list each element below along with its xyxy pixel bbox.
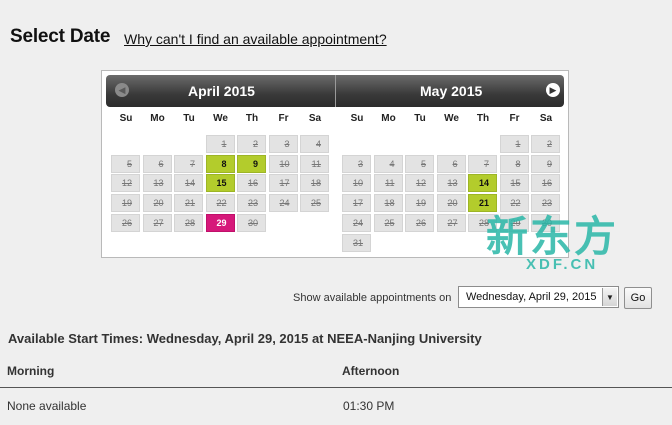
calendar-day-unavailable: 26	[111, 213, 140, 232]
weekday-label: Th	[245, 113, 259, 124]
calendar-day-available[interactable]: 15	[205, 174, 235, 193]
calendar-day-unavailable: 27	[436, 213, 466, 232]
calendar-day-unavailable: 14	[174, 174, 203, 193]
help-link[interactable]: Why can't I find an available appointmen…	[124, 31, 387, 47]
weekday-label: Su	[119, 113, 133, 124]
calendar-day-unavailable: 10	[342, 174, 371, 193]
watermark-glyph-2: 东	[530, 212, 573, 261]
calendar-day-unavailable: 24	[342, 213, 371, 232]
watermark-glyph-3: 方	[574, 212, 617, 261]
calendar-day-unavailable: 22	[205, 194, 235, 213]
calendar-day-unavailable: 25	[373, 213, 403, 232]
calendar-day-unavailable: 31	[342, 233, 371, 252]
morning-times-cell: None available	[7, 399, 87, 413]
calendar-day-unavailable: 18	[373, 194, 403, 213]
weekday-label: Su	[350, 113, 364, 124]
weekday-label: We	[444, 113, 459, 124]
calendar-day-unavailable: 3	[268, 135, 298, 153]
weekday-label: Tu	[414, 113, 426, 124]
calendar-day-unavailable: 18	[300, 174, 329, 193]
calendar-day-unavailable: 20	[436, 194, 466, 213]
calendar-day-unavailable: 28	[174, 213, 203, 232]
calendar-day-unavailable: 20	[142, 194, 172, 213]
calendar-day-unavailable: 12	[405, 174, 434, 193]
calendar-day-unavailable: 19	[111, 194, 140, 213]
chevron-right-icon[interactable]: ▶	[546, 83, 560, 97]
calendar-day-unavailable: 24	[268, 194, 298, 213]
calendar-day-unavailable: 27	[142, 213, 172, 232]
date-select[interactable]: Wednesday, April 29, 2015 ▼	[458, 286, 619, 308]
calendar-day-unavailable: 12	[111, 174, 140, 193]
calendar-day-unavailable: 16	[237, 174, 266, 193]
go-button[interactable]: Go	[624, 287, 652, 309]
weekday-label: Mo	[381, 113, 396, 124]
column-header-morning: Morning	[7, 364, 55, 378]
calendar-day-unavailable: 23	[237, 194, 266, 213]
calendar-day-unavailable: 5	[111, 154, 140, 173]
calendar-day-unavailable: 19	[405, 194, 434, 213]
calendar-day-unavailable: 15	[499, 174, 529, 193]
calendar-day-available[interactable]: 8	[205, 154, 235, 173]
calendar-day-unavailable: 11	[373, 174, 403, 193]
calendar-day-unavailable: 25	[300, 194, 329, 213]
weekday-label: Sa	[539, 113, 553, 124]
calendar-day-unavailable: 17	[342, 194, 371, 213]
month-title-may: May 2015	[420, 83, 483, 99]
calendar-day-unavailable: 4	[373, 154, 403, 173]
calendar-day-unavailable: 9	[531, 154, 560, 173]
page-title: Select Date	[10, 26, 111, 47]
show-appointments-label: Show available appointments on	[293, 292, 452, 304]
weekday-label: Fr	[278, 113, 289, 124]
calendar-day-unavailable: 1	[205, 135, 235, 153]
calendar-day-unavailable: 2	[531, 135, 560, 153]
calendar-day-unavailable: 16	[531, 174, 560, 193]
calendar-day-unavailable: 1	[499, 135, 529, 153]
weekday-label: We	[213, 113, 228, 124]
xdf-watermark-logo: 新 东 方 XDF.CN	[486, 205, 646, 275]
watermark-text: XDF.CN	[526, 256, 599, 273]
header-divider	[335, 75, 336, 107]
calendar-day-unavailable: 3	[342, 154, 371, 173]
dropdown-arrow-icon: ▼	[602, 288, 617, 306]
chevron-left-icon: ◀	[115, 83, 129, 97]
calendar-day-unavailable: 11	[300, 154, 329, 173]
calendar-day-unavailable: 13	[436, 174, 466, 193]
calendar-day-unavailable: 17	[268, 174, 298, 193]
calendar-day-available[interactable]: 14	[468, 174, 497, 193]
calendar-day-unavailable: 6	[436, 154, 466, 173]
calendar-day-unavailable: 8	[499, 154, 529, 173]
calendar-day-unavailable: 4	[300, 135, 329, 153]
calendar-day-unavailable: 30	[237, 213, 266, 232]
month-title-april: April 2015	[188, 83, 255, 99]
calendar-day-unavailable: 13	[142, 174, 172, 193]
calendar-day-unavailable: 26	[405, 213, 434, 232]
weekday-label: Mo	[150, 113, 165, 124]
calendar-day-selected[interactable]: 29	[205, 213, 235, 232]
calendar-day-available[interactable]: 9	[237, 154, 266, 173]
calendar-day-unavailable: 10	[268, 154, 298, 173]
afternoon-time-slot[interactable]: 01:30 PM	[343, 399, 394, 413]
weekday-label: Th	[476, 113, 490, 124]
date-select-value: Wednesday, April 29, 2015	[466, 291, 597, 303]
calendar-day-unavailable: 6	[142, 154, 172, 173]
calendar-header: ◀ April 2015 May 2015 ▶	[106, 75, 564, 107]
calendar-day-unavailable: 7	[468, 154, 497, 173]
available-times-heading: Available Start Times: Wednesday, April …	[8, 331, 482, 346]
calendar-day-unavailable: 21	[174, 194, 203, 213]
column-header-afternoon: Afternoon	[342, 364, 400, 378]
weekday-label: Fr	[509, 113, 520, 124]
calendar-day-unavailable: 5	[405, 154, 434, 173]
weekday-label: Tu	[183, 113, 195, 124]
calendar-day-unavailable: 2	[237, 135, 266, 153]
watermark-glyph-1: 新	[486, 212, 529, 261]
table-header-divider	[0, 387, 672, 388]
weekday-label: Sa	[308, 113, 322, 124]
calendar-day-unavailable: 7	[174, 154, 203, 173]
